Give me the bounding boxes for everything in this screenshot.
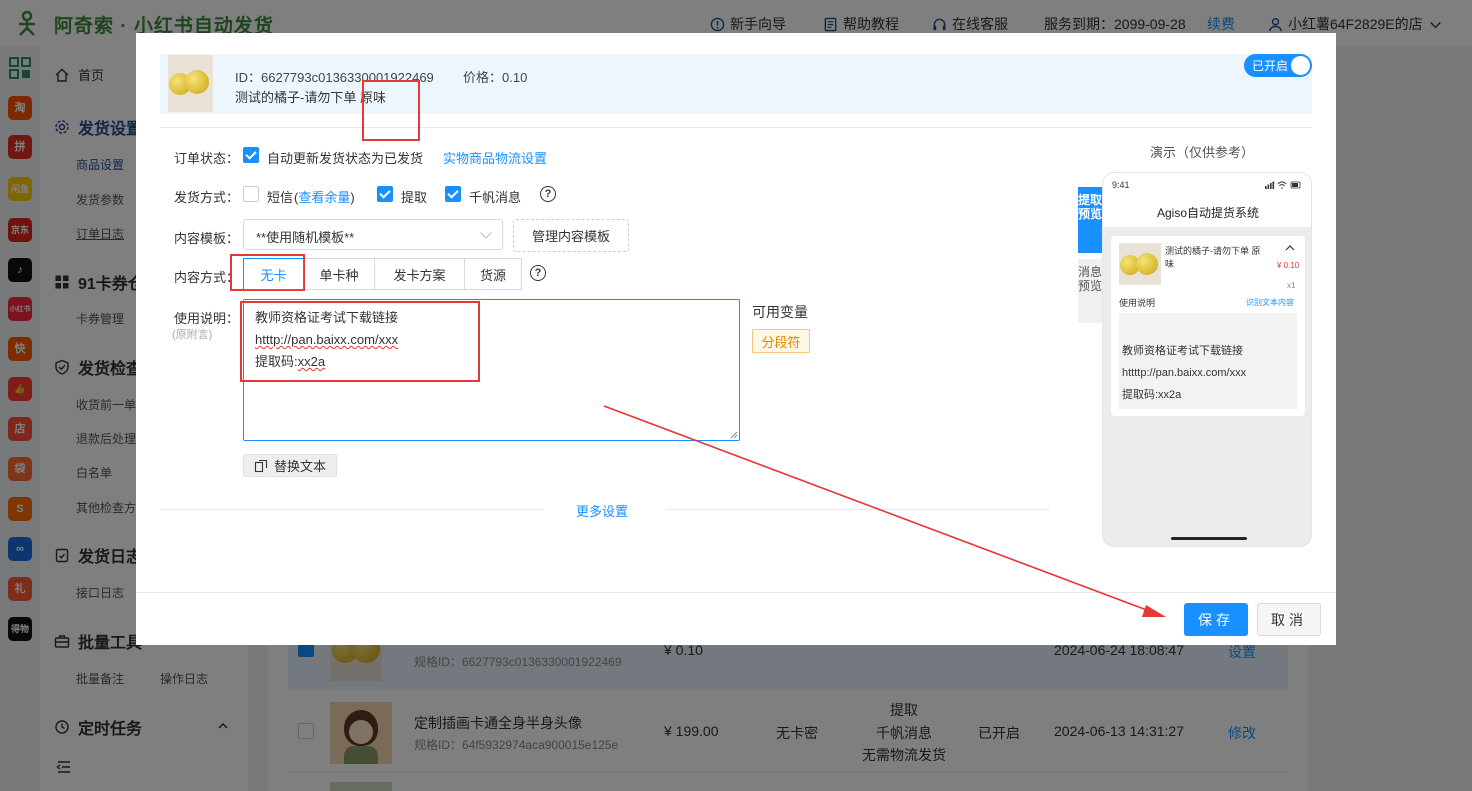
template-selected-value: **使用随机模板**	[256, 230, 355, 245]
mode-option-single-card[interactable]: 单卡种	[303, 258, 375, 290]
preview-usage-box: 教师资格证考试下载链接 httttp://pan.baixx.com/xxx 提…	[1119, 313, 1297, 409]
annotation-box-flavor	[362, 80, 420, 141]
recognize-text-link[interactable]: 识别文本内容	[1246, 296, 1294, 309]
footer-divider	[136, 592, 1336, 593]
sms-checkbox[interactable]	[243, 186, 259, 202]
annotation-box-usage	[240, 301, 480, 382]
delivery-help-icon[interactable]: ?	[540, 186, 556, 202]
phone-time: 9:41	[1112, 180, 1130, 190]
phone-order-card: 测试的橘子-请勿下单 原味 ¥ 0.10 x1 使用说明 识别文本内容 教师资格…	[1111, 236, 1305, 416]
preview-price: ¥ 0.10	[1277, 261, 1300, 270]
extract-text: 提取	[401, 190, 428, 205]
preview-thumbnail	[1119, 243, 1161, 285]
mode-option-no-card[interactable]: 无卡	[243, 258, 304, 290]
view-balance-link[interactable]: 查看余量	[298, 190, 350, 205]
available-variables-title: 可用变量	[752, 304, 808, 320]
chevron-up-icon	[1285, 245, 1295, 251]
product-thumbnail	[168, 55, 213, 112]
tab-extract-preview[interactable]: 提取预览	[1078, 187, 1102, 253]
variable-tag-segment[interactable]: 分段符	[752, 329, 810, 353]
content-mode-help-icon[interactable]: ?	[530, 265, 546, 281]
sms-balance-wrapper: (查看余量)	[294, 190, 355, 205]
divider	[666, 509, 1050, 510]
enable-toggle[interactable]: 已开启	[1244, 54, 1312, 77]
preview-usage-label: 使用说明	[1119, 298, 1156, 308]
content-template-select[interactable]: **使用随机模板**	[243, 219, 503, 250]
delivery-method-label: 发货方式：	[174, 190, 240, 205]
logistics-settings-link[interactable]: 实物商品物流设置	[443, 148, 547, 167]
demo-label: 演示（仅供参考）	[1150, 145, 1255, 160]
more-settings-link[interactable]: 更多设置	[576, 501, 628, 520]
manage-templates-button[interactable]: 管理内容模板	[513, 219, 629, 252]
preview-product-title: 测试的橘子-请勿下单 原味	[1165, 246, 1261, 269]
toggle-label: 已开启	[1252, 59, 1289, 73]
content-template-label: 内容模板：	[174, 231, 240, 246]
replace-icon	[254, 459, 268, 472]
sms-text: 短信	[267, 190, 294, 205]
usage-label: 使用说明：	[174, 311, 240, 326]
qianfan-checkbox[interactable]	[445, 186, 461, 202]
tab-message-preview[interactable]: 消息预览	[1078, 259, 1102, 323]
auto-update-status-text: 自动更新发货状态为已发货	[267, 151, 424, 166]
save-button[interactable]: 保存	[1184, 603, 1248, 636]
divider	[160, 127, 1312, 128]
auto-update-status-checkbox[interactable]	[243, 147, 259, 163]
preview-qty: x1	[1287, 281, 1296, 290]
chevron-down-icon	[480, 227, 492, 239]
mode-option-card-scheme[interactable]: 发卡方案	[374, 258, 465, 290]
qianfan-text: 千帆消息	[469, 190, 522, 205]
order-status-label: 订单状态：	[174, 151, 240, 166]
phone-app-title: Agiso自动提货系统	[1156, 206, 1260, 220]
phone-home-indicator	[1171, 537, 1247, 540]
phone-status-area: 9:41 Agiso自动提货系统	[1103, 173, 1311, 227]
replace-text-label: 替换文本	[273, 459, 326, 474]
phone-preview: 9:41 Agiso自动提货系统 测试的橘子-请勿下单 原味 ¥ 0.10 x1…	[1102, 172, 1312, 547]
usage-sublabel: (原附言)	[172, 329, 213, 341]
replace-text-button[interactable]: 替换文本	[243, 454, 337, 477]
resize-handle-icon[interactable]	[729, 430, 738, 439]
phone-status-icons	[1265, 181, 1301, 189]
product-price: 价格：0.10	[463, 70, 528, 85]
divider	[160, 509, 544, 510]
extract-checkbox[interactable]	[377, 186, 393, 202]
mode-option-supply[interactable]: 货源	[464, 258, 522, 290]
preview-usage-text: 教师资格证考试下载链接 httttp://pan.baixx.com/xxx 提…	[1122, 345, 1247, 401]
cancel-button[interactable]: 取消	[1257, 603, 1321, 636]
